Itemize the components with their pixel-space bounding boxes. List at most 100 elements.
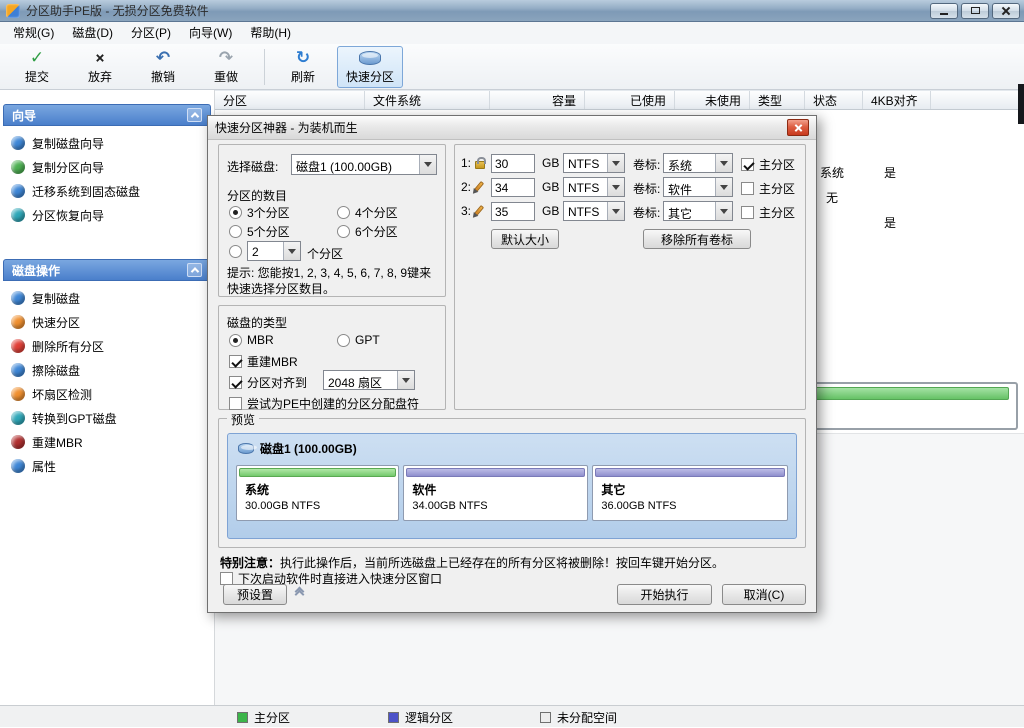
rebuild-mbr-option[interactable]: 重建MBR [229,353,298,370]
lock-icon [475,161,485,169]
menu-item-disk[interactable]: 磁盘(D) [63,22,122,44]
column-filesystem[interactable]: 文件系统 [365,91,490,109]
discard-button[interactable]: 放弃 [71,46,129,88]
sidebar-item-copy-disk-wizard[interactable]: 复制磁盘向导 [3,131,211,155]
gpt-option[interactable]: GPT [337,333,380,347]
volume-label-combo-1[interactable]: 系统 [663,153,733,173]
filesystem-combo-3[interactable]: NTFS [563,201,625,221]
menu-item-partition[interactable]: 分区(P) [122,22,180,44]
align-option[interactable]: 分区对齐到 [229,374,307,391]
column-capacity[interactable]: 容量 [490,91,585,109]
align-checkbox[interactable] [229,376,242,389]
disk-select-combo[interactable]: 磁盘1 (100.00GB) [291,154,437,175]
sidebar-item-migrate-os-ssd[interactable]: 迁移系统到固态磁盘 [3,179,211,203]
redo-button[interactable]: ↷ 重做 [197,46,255,88]
rebuild-mbr-checkbox[interactable] [229,355,242,368]
count-option-6[interactable]: 6个分区 [337,223,398,240]
default-size-button[interactable]: 默认大小 [491,229,559,249]
preview-partition-software[interactable]: 软件 34.00GB NTFS [403,465,588,521]
preset-button[interactable]: 预设置 [223,584,287,605]
primary-option-1[interactable]: 主分区 [741,156,795,173]
primary-option-3[interactable]: 主分区 [741,204,795,221]
volume-label-combo-2[interactable]: 软件 [663,177,733,197]
preview-partition-other[interactable]: 其它 36.00GB NTFS [592,465,788,521]
dropdown-arrow-icon[interactable] [715,202,732,220]
volume-label-combo-3[interactable]: 其它 [663,201,733,221]
dialog-close-button[interactable] [787,119,809,136]
chevron-up-icon [190,267,198,275]
refresh-button[interactable]: ↻ 刷新 [274,46,332,88]
sidebar-item-copy-partition-wizard[interactable]: 复制分区向导 [3,155,211,179]
radio-6-partitions[interactable] [337,225,350,238]
sidebar-item-partition-recovery-wizard[interactable]: 分区恢复向导 [3,203,211,227]
remove-labels-button[interactable]: 移除所有卷标 [643,229,751,249]
menu-item-general[interactable]: 常规(G) [4,22,63,44]
mbr-option[interactable]: MBR [229,333,274,347]
align-combo[interactable]: 2048 扇区 [323,370,415,390]
submit-button[interactable]: ✓ 提交 [8,46,66,88]
column-status[interactable]: 状态 [805,91,863,109]
gpt-radio[interactable] [337,334,350,347]
pe-letter-option[interactable]: 尝试为PE中创建的分区分配盘符 [229,395,419,412]
pe-letter-checkbox[interactable] [229,397,242,410]
sidebar-item-convert-gpt[interactable]: 转换到GPT磁盘 [3,406,211,430]
maximize-button[interactable] [961,3,989,19]
sidebar-item-quick-partition[interactable]: 快速分区 [3,310,211,334]
radio-3-partitions[interactable] [229,206,242,219]
refresh-icon: ↻ [296,48,310,67]
radio-5-partitions[interactable] [229,225,242,238]
legend-logical-partition: 逻辑分区 [388,706,453,728]
undo-button[interactable]: ↶ 撤销 [134,46,192,88]
primary-checkbox-3[interactable] [741,206,754,219]
disk-operations-collapse-button[interactable] [187,263,202,277]
dropdown-arrow-icon[interactable] [419,155,436,174]
menu-item-help[interactable]: 帮助(H) [241,22,300,44]
wizard-collapse-button[interactable] [187,108,202,122]
radio-4-partitions[interactable] [337,206,350,219]
minimize-icon [940,13,948,15]
menu-item-wizard[interactable]: 向导(W) [180,22,241,44]
size-input-3[interactable] [491,202,535,221]
primary-checkbox-2[interactable] [741,182,754,195]
sidebar-item-bad-sector-check[interactable]: 坏扇区检测 [3,382,211,406]
dropdown-arrow-icon[interactable] [715,154,732,172]
size-input-1[interactable] [491,154,535,173]
count-option-3[interactable]: 3个分区 [229,204,290,221]
count-option-4[interactable]: 4个分区 [337,204,398,221]
primary-option-2[interactable]: 主分区 [741,180,795,197]
quick-partition-button[interactable]: 快速分区 [337,46,403,88]
dropdown-arrow-icon[interactable] [607,178,624,196]
dropdown-arrow-icon[interactable] [283,242,300,260]
count-option-5[interactable]: 5个分区 [229,223,290,240]
column-partition[interactable]: 分区 [215,91,365,109]
filesystem-combo-1[interactable]: NTFS [563,153,625,173]
preview-partition-system[interactable]: 系统 30.00GB NTFS [236,465,399,521]
cancel-button[interactable]: 取消(C) [722,584,806,605]
dropdown-arrow-icon[interactable] [607,154,624,172]
sidebar-item-rebuild-mbr[interactable]: 重建MBR [3,430,211,454]
minimize-button[interactable] [930,3,958,19]
column-used[interactable]: 已使用 [585,91,675,109]
column-unused[interactable]: 未使用 [675,91,750,109]
warning-text: 特别注意：执行此操作后，当前所选磁盘上已经存在的所有分区将被删除！按回车键开始分… [220,554,724,571]
dropdown-arrow-icon[interactable] [715,178,732,196]
double-chevron-up-icon[interactable] [296,588,303,598]
sidebar-item-wipe-disk[interactable]: 擦除磁盘 [3,358,211,382]
column-4kb-align[interactable]: 4KB对齐 [863,91,931,109]
dropdown-arrow-icon[interactable] [397,371,414,389]
volume-label-caption: 卷标: [633,156,660,173]
filesystem-combo-2[interactable]: NTFS [563,177,625,197]
custom-count-combo[interactable]: 2 [247,241,301,261]
size-input-2[interactable] [491,178,535,197]
column-type[interactable]: 类型 [750,91,805,109]
start-button[interactable]: 开始执行 [617,584,712,605]
sidebar-item-properties[interactable]: 属性 [3,454,211,478]
dropdown-arrow-icon[interactable] [607,202,624,220]
primary-checkbox-1[interactable] [741,158,754,171]
sidebar-item-copy-disk[interactable]: 复制磁盘 [3,286,211,310]
sidebar-item-delete-all-partitions[interactable]: 删除所有分区 [3,334,211,358]
table-cell-status-row2: 无 [826,189,838,206]
close-button[interactable] [992,3,1020,19]
mbr-radio[interactable] [229,334,242,347]
custom-count-radio[interactable] [229,245,242,258]
